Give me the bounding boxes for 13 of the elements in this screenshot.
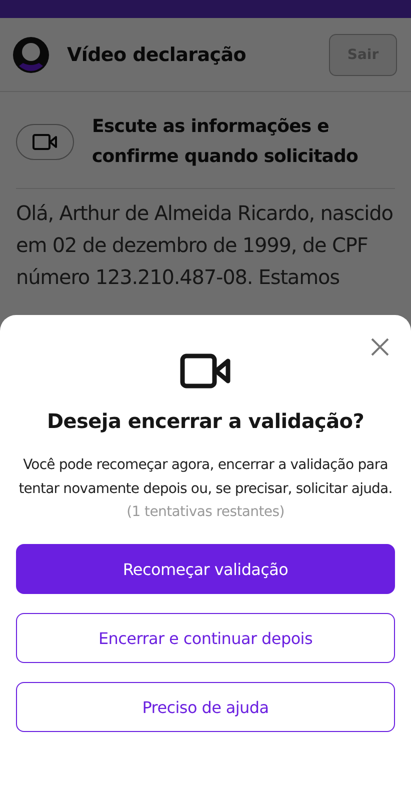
- instruction-text: Escute as informações e confirme quando solicitado: [92, 115, 359, 169]
- avatar-icon: [12, 36, 50, 74]
- video-camera-icon: [32, 133, 58, 151]
- close-icon[interactable]: [370, 337, 390, 357]
- video-camera-icon: [180, 353, 232, 389]
- secondary-button[interactable]: Preciso de ajuda: [16, 682, 395, 732]
- dialog-message: Você pode recomeçar agora, encerrar a validação para tentar novamente depois ou, se precisar, solicitar ajuda.: [18, 456, 394, 499]
- screen-title: Vídeo declaração: [67, 44, 247, 66]
- dialog-title: Deseja encerrar a validação?: [46, 409, 364, 433]
- transcript-text: Olá, Arthur de Almeida Ricardo, nascido em 02 de dezembro de 1999, de CPF número 123.210.487-08. Estamos: [16, 200, 394, 291]
- secondary-button[interactable]: Encerrar e continuar depois: [16, 613, 395, 663]
- attempts-hint: (1 tentativas restantes): [126, 503, 284, 522]
- primary-button[interactable]: Recomeçar validação: [16, 544, 395, 594]
